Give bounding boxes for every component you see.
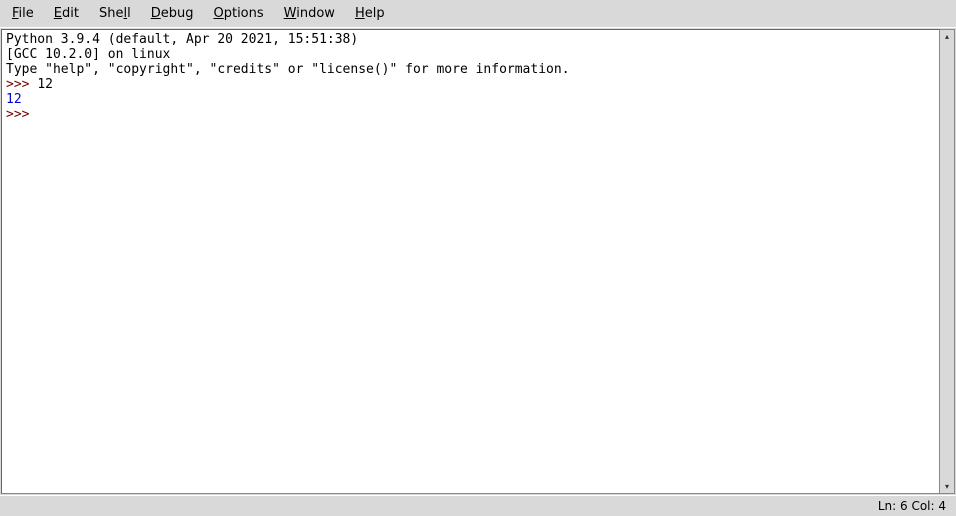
scroll-up-arrow-icon[interactable]: ▴ xyxy=(941,30,954,43)
cursor-position: Ln: 6 Col: 4 xyxy=(878,499,946,513)
shell-prompt: >>> xyxy=(6,107,37,122)
content-wrapper: Python 3.9.4 (default, Apr 20 2021, 15:5… xyxy=(0,28,956,495)
menu-window[interactable]: Window xyxy=(280,4,339,23)
shell-input: 12 xyxy=(37,77,53,92)
menu-bar: File Edit Shell Debug Options Window Hel… xyxy=(0,0,956,28)
shell-banner-line2: [GCC 10.2.0] on linux xyxy=(6,47,170,62)
shell-text-area[interactable]: Python 3.9.4 (default, Apr 20 2021, 15:5… xyxy=(1,29,940,494)
shell-banner-line3: Type "help", "copyright", "credits" or "… xyxy=(6,62,570,77)
shell-output: 12 xyxy=(6,92,22,107)
vertical-scrollbar[interactable]: ▴ ▾ xyxy=(940,29,955,494)
menu-options[interactable]: Options xyxy=(209,4,267,23)
shell-prompt: >>> xyxy=(6,77,37,92)
menu-debug[interactable]: Debug xyxy=(147,4,198,23)
scroll-down-arrow-icon[interactable]: ▾ xyxy=(941,480,954,493)
menu-file[interactable]: File xyxy=(8,4,38,23)
menu-edit[interactable]: Edit xyxy=(50,4,83,23)
shell-banner-line1: Python 3.9.4 (default, Apr 20 2021, 15:5… xyxy=(6,32,366,47)
menu-shell[interactable]: Shell xyxy=(95,4,135,23)
status-bar: Ln: 6 Col: 4 xyxy=(0,495,956,516)
menu-help[interactable]: Help xyxy=(351,4,389,23)
